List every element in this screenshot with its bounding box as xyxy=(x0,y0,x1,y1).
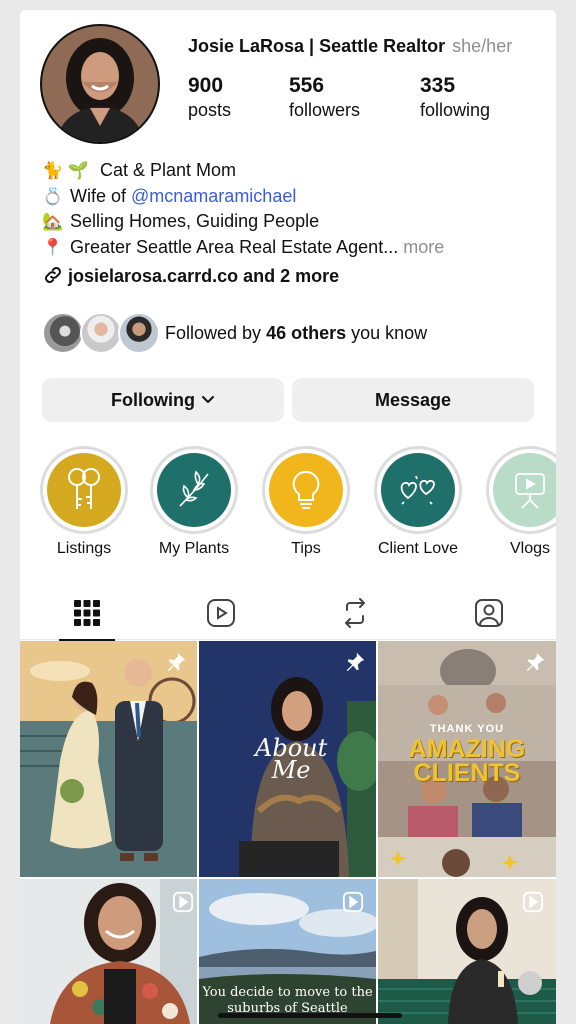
about-me-overlay: About Me xyxy=(255,736,327,784)
profile-avatar[interactable] xyxy=(40,24,160,144)
tab-tagged[interactable] xyxy=(422,586,556,640)
camera-icon xyxy=(493,453,556,527)
bio-line-3: 🏡 Selling Homes, Guiding People xyxy=(42,209,542,235)
post-tile[interactable]: THANK YOU AMAZING CLIENTS xyxy=(378,641,556,877)
stat-following-label: following xyxy=(420,100,491,120)
keys-icon xyxy=(47,453,121,527)
cat-plant-emoji: 🐈 🌱 xyxy=(42,161,90,180)
link-icon xyxy=(42,264,68,287)
stat-following[interactable]: 335 following xyxy=(420,74,490,122)
stat-posts-value: 900 xyxy=(188,74,224,97)
following-button-label: Following xyxy=(111,389,195,410)
stat-posts-label: posts xyxy=(188,100,232,120)
pin-icon xyxy=(167,652,186,672)
highlight-ring xyxy=(150,446,238,534)
reels-icon xyxy=(207,599,235,627)
stat-followers[interactable]: 556 followers xyxy=(289,74,360,122)
mutual-avatar xyxy=(118,312,160,354)
grid-icon xyxy=(74,600,100,626)
house-emoji: 🏡 xyxy=(42,212,64,231)
suburbs-text-a: You decide to move to the xyxy=(202,985,373,1000)
highlight-label: My Plants xyxy=(158,540,230,557)
message-button[interactable]: Message xyxy=(292,378,534,422)
mention-link[interactable]: @mcnamaramichael xyxy=(131,186,296,206)
highlight-listings[interactable]: Listings xyxy=(40,446,128,558)
hearts-icon xyxy=(381,453,455,527)
followed-by-prefix: Followed by xyxy=(165,323,267,343)
amazing-text-a: AMAZING xyxy=(408,735,526,763)
highlight-my-plants[interactable]: My Plants xyxy=(150,446,238,558)
mutual-avatar xyxy=(80,312,122,354)
home-indicator xyxy=(218,1013,402,1018)
highlight-ring xyxy=(374,446,462,534)
highlight-ring xyxy=(486,446,556,534)
stat-followers-value: 556 xyxy=(289,74,325,97)
highlight-label: Client Love xyxy=(377,540,459,557)
bio-text-1: Cat & Plant Mom xyxy=(100,160,237,180)
followed-by-count: 46 others xyxy=(266,323,347,343)
stat-followers-label: followers xyxy=(289,100,361,120)
reposts-icon xyxy=(345,598,365,628)
post-tile[interactable]: About Me xyxy=(199,641,376,877)
highlight-tips[interactable]: Tips xyxy=(262,446,350,558)
profile-name-line: Josie LaRosa | Seattle Realtor she/her xyxy=(188,36,512,57)
highlight-client-love[interactable]: Client Love xyxy=(374,446,462,558)
post-tile[interactable] xyxy=(20,879,197,1024)
about-text-b: Me xyxy=(271,756,311,784)
amazing-text-b: CLIENTS xyxy=(413,759,521,787)
bio-line-2: 💍 Wife of @mcnamaramichael xyxy=(42,184,542,210)
thank-you-text: THANK YOU xyxy=(429,723,505,735)
posts-grid: About Me THANK YOU AMAZING CLIENTS You d… xyxy=(20,641,556,1024)
post-tile[interactable]: You decide to move to the suburbs of Sea… xyxy=(199,879,376,1024)
followed-by-suffix: you know xyxy=(346,323,428,343)
tab-reels[interactable] xyxy=(154,586,288,640)
post-tile[interactable] xyxy=(20,641,197,877)
highlight-label: Vlogs xyxy=(509,540,551,557)
bio-line-4: 📍 Greater Seattle Area Real Estate Agent.… xyxy=(42,235,542,261)
profile-screen: Josie LaRosa | Seattle Realtor she/her 9… xyxy=(20,10,556,1024)
highlight-label: Listings xyxy=(56,540,112,557)
mutual-avatar xyxy=(42,312,84,354)
following-button[interactable]: Following xyxy=(42,378,284,422)
crochet-cardigan-photo xyxy=(20,879,197,1024)
external-link-text: josielarosa.carrd.co and 2 more xyxy=(68,266,340,286)
chevron-down-icon xyxy=(201,396,214,403)
profile-header: Josie LaRosa | Seattle Realtor she/her 9… xyxy=(20,10,556,150)
profile-name: Josie LaRosa | Seattle Realtor xyxy=(188,36,446,56)
profile-bio: 🐈 🌱 Cat & Plant Mom 💍 Wife of @mcnamaramic… xyxy=(42,158,542,260)
tab-grid[interactable] xyxy=(20,586,154,641)
bio-line-1: 🐈 🌱 Cat & Plant Mom xyxy=(42,158,542,184)
highlight-ring xyxy=(40,446,128,534)
reel-icon xyxy=(522,891,544,913)
reel-icon xyxy=(172,891,194,913)
message-button-label: Message xyxy=(374,389,452,410)
stat-following-value: 335 xyxy=(420,74,456,97)
bio-text-3: Selling Homes, Guiding People xyxy=(70,211,320,231)
amazing-clients-text: AMAZING CLIENTS xyxy=(378,735,556,787)
highlight-label: Tips xyxy=(291,540,321,557)
bio-more-link[interactable]: more xyxy=(403,237,444,257)
reel-icon xyxy=(342,891,364,913)
highlight-vlogs[interactable]: Vlogs xyxy=(486,446,556,558)
tagged-icon xyxy=(475,599,503,627)
illustrated-couple-image xyxy=(20,641,197,877)
stat-posts[interactable]: 900 posts xyxy=(188,74,231,122)
lightbulb-icon xyxy=(269,453,343,527)
pin-icon xyxy=(346,652,365,672)
bio-text-2: Wife of xyxy=(70,185,132,206)
tab-reposts[interactable] xyxy=(288,586,422,640)
profile-tabs xyxy=(20,586,556,641)
pin-icon xyxy=(526,652,545,672)
post-tile[interactable] xyxy=(378,879,556,1024)
profile-pronouns: she/her xyxy=(452,36,513,56)
avatar-photo xyxy=(42,26,158,142)
bio-text-4: Greater Seattle Area Real Estate Agent..… xyxy=(70,236,399,257)
ring-emoji: 💍 xyxy=(42,186,64,206)
highlight-ring xyxy=(262,446,350,534)
plant-icon xyxy=(157,453,231,527)
followed-by-row[interactable]: Followed by 46 others you know xyxy=(42,312,542,356)
pin-emoji: 📍 xyxy=(42,237,64,257)
followed-by-text: Followed by 46 others you know xyxy=(165,323,427,344)
external-link[interactable]: josielarosa.carrd.co and 2 more xyxy=(42,264,339,287)
